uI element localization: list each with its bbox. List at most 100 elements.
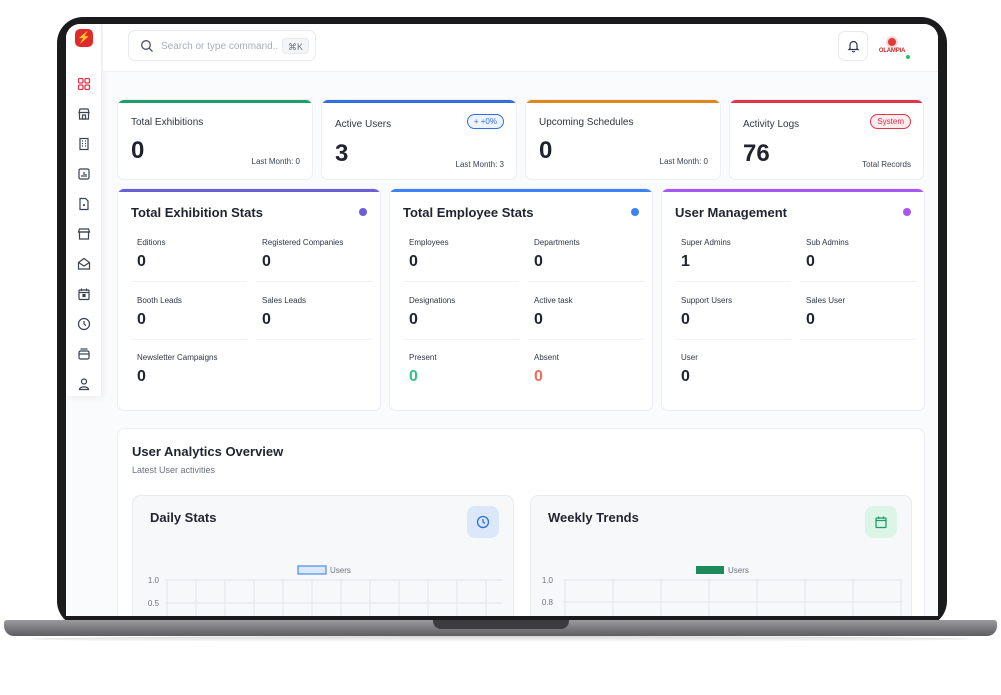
cell-label: Departments (534, 238, 580, 247)
panel-title: Total Employee Stats (403, 205, 534, 220)
document-icon[interactable] (77, 197, 91, 211)
panel-title: User Management (675, 205, 787, 220)
laptop-shadow (30, 636, 970, 642)
cell-divider (675, 339, 791, 340)
cell-label: Present (409, 353, 437, 362)
sidebar: ⚡ (66, 24, 102, 396)
stat-cell-designations: Designations 0 (403, 296, 519, 346)
shop-icon[interactable] (77, 227, 91, 241)
y-tick-label: 1.0 (148, 576, 160, 585)
stat-sub: Last Month: 3 (455, 160, 504, 169)
cell-value: 0 (262, 253, 271, 270)
stat-cell-booth-leads: Booth Leads 0 (131, 296, 247, 346)
panel-employee-stats: Total Employee Stats Employees 0 Departme… (389, 188, 653, 411)
daily-stats-card: Users 1.0 0.5 Daily Stats (132, 495, 514, 616)
cell-label: Super Admins (681, 238, 731, 247)
stat-value: 0 (539, 137, 553, 164)
chart-icon[interactable] (77, 167, 91, 181)
stat-sub: Last Month: 0 (659, 157, 708, 166)
stat-cell-absent: Absent 0 (534, 353, 644, 403)
bell-icon (847, 40, 860, 53)
cell-divider (131, 339, 247, 340)
user-icon[interactable] (77, 377, 91, 391)
cell-label: Newsletter Campaigns (137, 353, 218, 362)
cell-divider (403, 281, 519, 282)
panel-user-management: User Management Super Admins 1 Sub Admins… (661, 188, 925, 411)
y-tick-label: 1.0 (542, 576, 554, 585)
panel-accent-bar (662, 189, 924, 192)
system-badge: System (870, 114, 911, 129)
app-screen: ⚡ Search or type command... ⌘K OLAMPIA T… (66, 24, 938, 616)
analytics-title: User Analytics Overview (132, 444, 284, 459)
stat-cell-departments: Departments 0 (528, 238, 644, 288)
panel-status-dot (903, 208, 911, 216)
cell-divider (800, 281, 916, 282)
daily-grid (165, 579, 503, 616)
stat-card-total-exhibitions: Total Exhibitions 0 Last Month: 0 (117, 99, 313, 180)
y-tick-label: 0.5 (148, 599, 160, 608)
building-icon[interactable] (77, 137, 91, 151)
archive-icon[interactable] (77, 347, 91, 361)
stat-cell-support-users: Support Users 0 (675, 296, 791, 346)
cell-value: 0 (534, 311, 543, 328)
search-box[interactable]: ⌘K (128, 30, 316, 61)
cell-label: Designations (409, 296, 456, 305)
y-tick-label: 0.8 (542, 598, 554, 607)
cell-value: 0 (262, 311, 271, 328)
legend-swatch (696, 566, 724, 574)
clock-icon[interactable] (77, 317, 91, 331)
cell-value: 0 (137, 311, 146, 328)
app-logo-icon[interactable]: ⚡ (75, 29, 93, 47)
cell-value: 1 (681, 253, 690, 270)
stat-label: Total Exhibitions (131, 117, 204, 128)
stat-value: 0 (131, 137, 145, 164)
stat-cell-sales-leads: Sales Leads 0 (256, 296, 372, 346)
weekly-trends-card: Users 1.0 0.8 Weekly Trends (530, 495, 912, 616)
growth-badge: + +0% (466, 114, 504, 129)
cell-label: User (681, 353, 698, 362)
cell-divider (528, 339, 644, 340)
stat-label: Upcoming Schedules (539, 117, 634, 128)
cell-divider (800, 339, 916, 340)
online-status-dot (905, 54, 911, 60)
cell-label: Absent (534, 353, 559, 362)
cell-value: 0 (137, 253, 146, 270)
legend-label: Users (728, 566, 749, 575)
laptop-notch (433, 620, 569, 629)
stat-cell-active-task: Active task 0 (528, 296, 644, 346)
cell-divider (528, 281, 644, 282)
cell-value: 0 (806, 253, 815, 270)
cell-value: 0 (534, 253, 543, 270)
card-accent-bar (118, 100, 312, 103)
weekly-grid (563, 579, 903, 616)
panel-title: Total Exhibition Stats (131, 205, 263, 220)
search-input[interactable] (161, 38, 279, 54)
stat-cell-sub-admins: Sub Admins 0 (800, 238, 916, 288)
card-accent-bar (526, 100, 720, 103)
chart-title: Daily Stats (150, 510, 217, 525)
mail-icon[interactable] (77, 257, 91, 271)
stat-card-active-users: Active Users + +0% 3 Last Month: 3 (321, 99, 517, 180)
avatar[interactable]: OLAMPIA (876, 34, 911, 60)
avatar-brand-text: OLAMPIA (878, 48, 906, 54)
cell-label: Support Users (681, 296, 733, 305)
panel-accent-bar (118, 189, 380, 192)
cell-label: Sales Leads (262, 296, 307, 305)
cell-value: 0 (681, 311, 690, 328)
cell-value: 0 (409, 311, 418, 328)
store-icon[interactable] (77, 107, 91, 121)
stat-sub: Last Month: 0 (251, 157, 300, 166)
cell-label: Booth Leads (137, 296, 182, 305)
cell-value: 0 (806, 311, 815, 328)
notifications-button[interactable] (838, 31, 868, 61)
top-header: ⌘K OLAMPIA (103, 24, 938, 72)
cell-divider (131, 281, 247, 282)
cell-label: Registered Companies (262, 238, 344, 247)
stat-cell-newsletter-campaigns: Newsletter Campaigns 0 (137, 353, 247, 403)
calendar-icon[interactable] (77, 287, 91, 301)
search-icon (141, 40, 153, 52)
panel-status-dot (631, 208, 639, 216)
dashboard-icon[interactable] (77, 77, 91, 91)
cell-label: Active task (534, 296, 573, 305)
clock-icon (467, 506, 499, 538)
